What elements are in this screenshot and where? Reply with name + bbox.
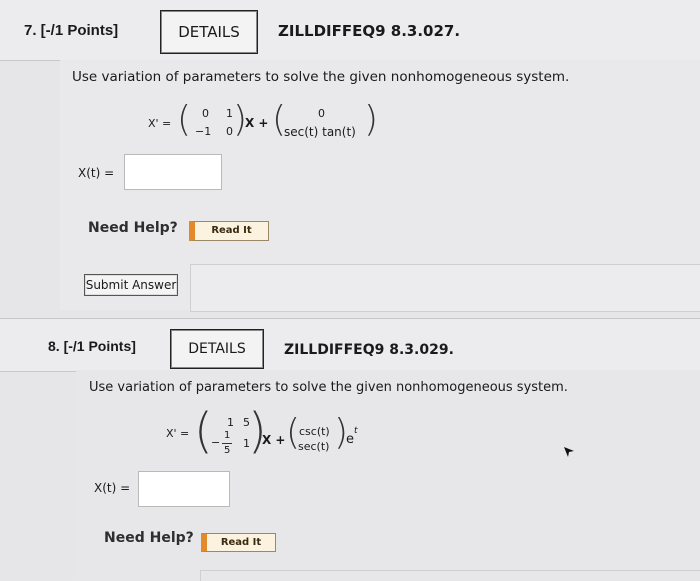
submit-area-box	[200, 570, 700, 581]
matrix-r1c1: 0	[202, 107, 209, 120]
x-plus: X +	[245, 116, 269, 130]
left-paren: (	[194, 403, 213, 459]
question-8-number-points: 8. [-/1 Points]	[48, 338, 136, 354]
right-paren: )	[364, 99, 379, 140]
question-8-details-button[interactable]: DETAILS	[170, 329, 264, 369]
need-help-label: Need Help?	[104, 530, 194, 546]
x-plus: X +	[262, 433, 286, 447]
vector-top: 0	[318, 107, 325, 120]
matrix-r2c1-numerator: 1	[224, 430, 231, 441]
matrix-r1c1: 1	[227, 416, 234, 429]
matrix-r2c1: −1	[195, 125, 212, 138]
question-8-prompt: Use variation of parameters to solve the…	[89, 380, 568, 395]
need-help-label: Need Help?	[88, 220, 178, 236]
left-paren: (	[177, 99, 192, 140]
submit-answer-button[interactable]: Submit Answer	[84, 274, 178, 296]
question-7-number-points: 7. [-/1 Points]	[24, 22, 119, 39]
question-7-code: ZILLDIFFEQ9 8.3.027.	[278, 22, 461, 40]
answer-label: X(t) =	[94, 481, 131, 495]
exponential-power: t	[354, 426, 358, 436]
question-8-answer-input[interactable]	[138, 471, 230, 507]
exponential-base: e	[346, 432, 354, 447]
x-prime-equals: X' =	[166, 427, 190, 440]
question-8-code: ZILLDIFFEQ9 8.3.029.	[284, 342, 454, 358]
matrix-r2c2: 0	[226, 125, 233, 138]
question-7-answer-input[interactable]	[124, 154, 222, 190]
matrix-r2c1-sign: −	[211, 436, 221, 449]
read-it-button[interactable]: Read It	[189, 221, 269, 241]
question-7-prompt: Use variation of parameters to solve the…	[72, 69, 570, 85]
x-prime-equals: X' =	[148, 117, 172, 130]
matrix-r2c1-denominator: 5	[224, 445, 231, 456]
submit-area-box	[190, 264, 700, 312]
vector-bottom: sec(t) tan(t)	[284, 125, 356, 139]
matrix-r1c2: 1	[226, 107, 233, 120]
right-paren: )	[248, 403, 267, 459]
question-7-details-button[interactable]: DETAILS	[160, 10, 258, 54]
vector-bottom: sec(t)	[298, 440, 330, 453]
vector-top: csc(t)	[299, 425, 330, 438]
read-it-button[interactable]: Read It	[201, 533, 276, 552]
mouse-cursor-icon	[564, 447, 574, 457]
answer-label: X(t) =	[78, 166, 115, 180]
fraction-bar	[222, 443, 232, 444]
